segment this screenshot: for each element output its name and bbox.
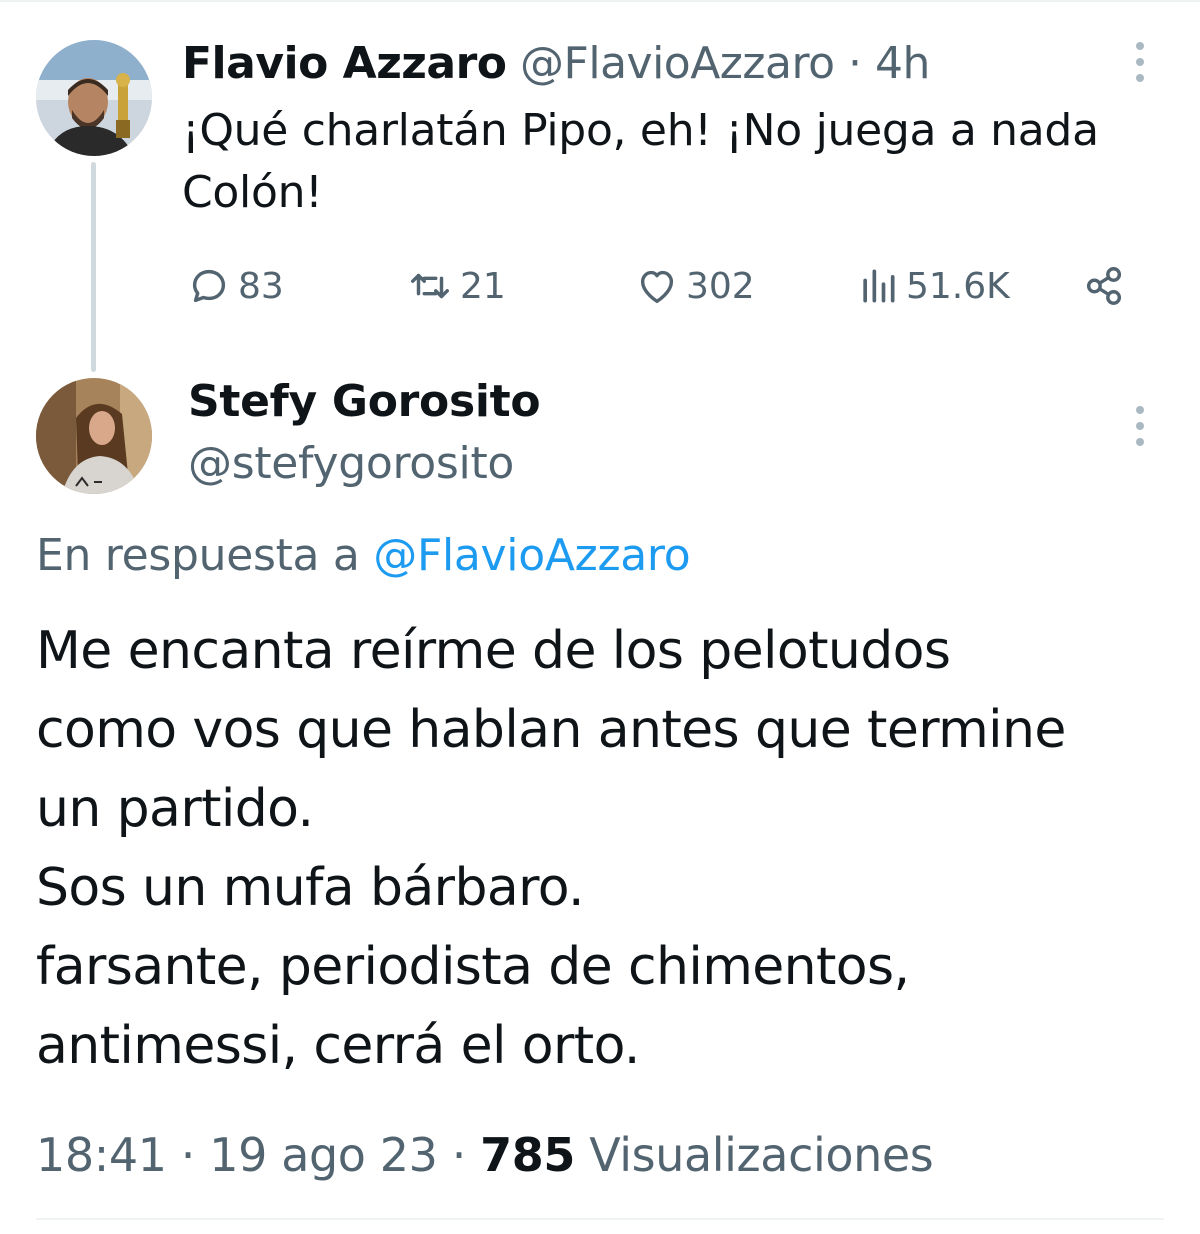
reply-tweet-text: Me encanta reírme de los pelotudos como … bbox=[36, 621, 1066, 1076]
reply-author-handle[interactable]: @stefygorosito bbox=[188, 436, 514, 492]
reply-to-label: En respuesta a bbox=[36, 530, 360, 581]
parent-tweet-text: ¡Qué charlatán Pipo, eh! ¡No juega a nad… bbox=[182, 105, 1099, 218]
parent-author-name[interactable]: Flavio Azzaro bbox=[182, 38, 507, 89]
tweet-meta: 18:41 · 19 ago 23 · 785 Visualizaciones bbox=[36, 1128, 934, 1182]
avatar-stefy[interactable] bbox=[36, 378, 152, 494]
share-icon bbox=[1086, 267, 1122, 305]
like-button[interactable]: 302 bbox=[634, 258, 755, 314]
like-icon bbox=[640, 270, 674, 304]
views-button[interactable]: 51.6K bbox=[856, 258, 1010, 314]
avatar-stefy-image bbox=[36, 378, 152, 494]
reply-count: 83 bbox=[238, 265, 284, 307]
views-count: 51.6K bbox=[906, 265, 1010, 307]
parent-tweet-header: Flavio Azzaro @FlavioAzzaro · 4h bbox=[182, 36, 930, 92]
avatar-flavio-image bbox=[36, 40, 152, 156]
reply-icon bbox=[192, 269, 226, 303]
retweet-count: 21 bbox=[460, 265, 506, 307]
parent-author-handle[interactable]: @FlavioAzzaro bbox=[520, 38, 835, 89]
reply-context: En respuesta a @FlavioAzzaro bbox=[36, 528, 691, 584]
retweet-icon bbox=[411, 273, 449, 299]
views-icon bbox=[863, 269, 895, 303]
views-label: Visualizaciones bbox=[589, 1128, 934, 1182]
top-divider bbox=[0, 0, 1200, 2]
like-count: 302 bbox=[686, 265, 755, 307]
bottom-divider bbox=[36, 1218, 1164, 1220]
share-button[interactable] bbox=[1080, 258, 1128, 314]
header-separator: · bbox=[848, 38, 862, 89]
avatar-flavio[interactable] bbox=[36, 40, 152, 156]
reply-author-name[interactable]: Stefy Gorosito bbox=[188, 374, 541, 430]
retweet-button[interactable]: 21 bbox=[406, 258, 506, 314]
parent-tweet-time[interactable]: 4h bbox=[875, 38, 930, 89]
views-number: 785 bbox=[480, 1128, 575, 1182]
reply-button[interactable]: 83 bbox=[186, 258, 284, 314]
tweet-date[interactable]: 19 ago 23 bbox=[209, 1128, 438, 1182]
tweet-time[interactable]: 18:41 bbox=[36, 1128, 167, 1182]
reply-to-mention-link[interactable]: @FlavioAzzaro bbox=[373, 530, 690, 581]
more-options-icon[interactable] bbox=[1134, 42, 1146, 82]
more-options-icon[interactable] bbox=[1134, 406, 1146, 446]
parent-tweet-actions: 83 21 302 51.6K bbox=[0, 258, 1200, 314]
